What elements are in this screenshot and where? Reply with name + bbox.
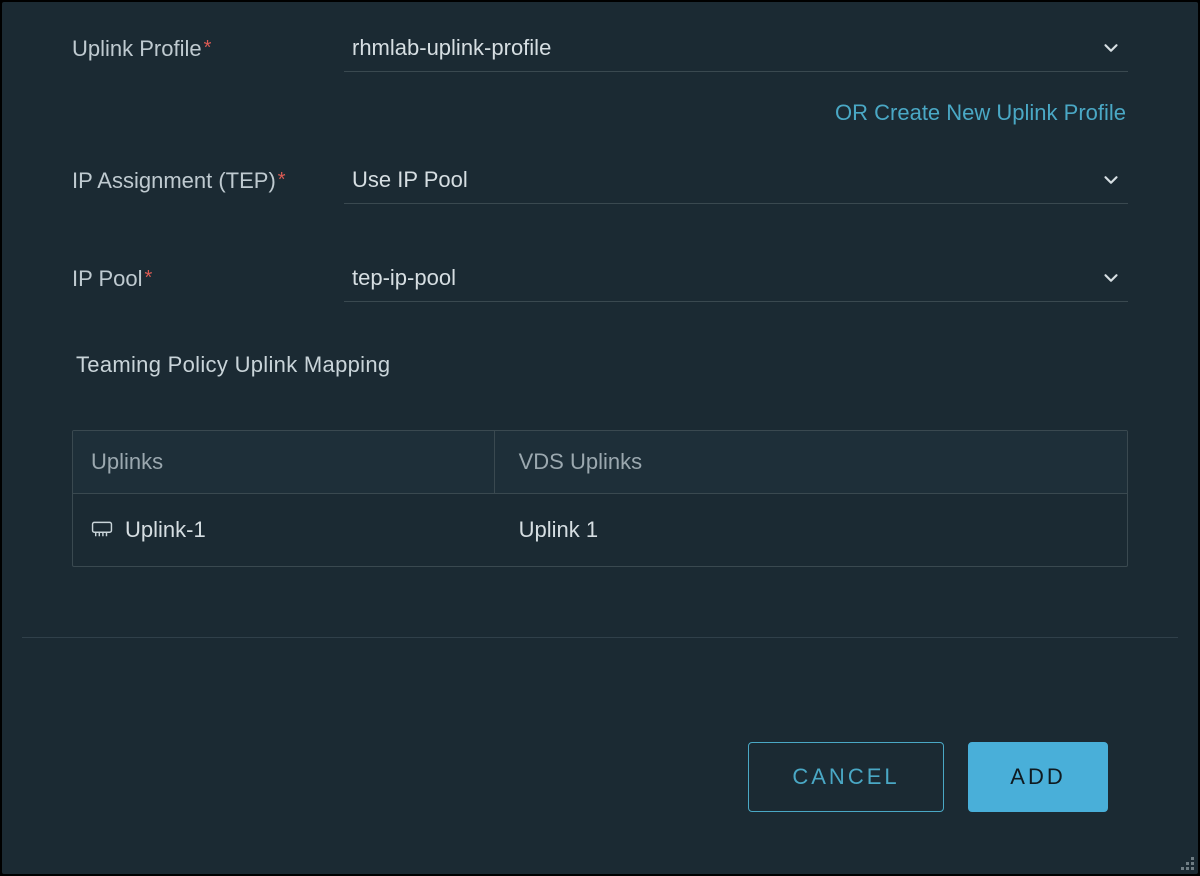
add-button[interactable]: ADD [968, 742, 1108, 812]
link-create-uplink-profile[interactable]: OR Create New Uplink Profile [835, 100, 1126, 126]
form-body: Uplink Profile* rhmlab-uplink-profile OR… [2, 24, 1198, 567]
label-text: IP Pool [72, 266, 143, 291]
select-ip-pool-wrapper: tep-ip-pool [344, 254, 1128, 302]
select-uplink-profile-wrapper: rhmlab-uplink-profile [344, 24, 1128, 72]
label-text: IP Assignment (TEP) [72, 168, 276, 193]
nic-icon [91, 521, 113, 539]
row-ip-pool: IP Pool* tep-ip-pool [72, 254, 1128, 302]
select-ip-assignment[interactable]: Use IP Pool [344, 156, 1128, 204]
required-asterisk: * [145, 267, 153, 289]
row-ip-assignment: IP Assignment (TEP)* Use IP Pool [72, 156, 1128, 204]
select-uplink-profile[interactable]: rhmlab-uplink-profile [344, 24, 1128, 72]
select-ip-pool[interactable]: tep-ip-pool [344, 254, 1128, 302]
footer-divider [22, 637, 1178, 638]
label-ip-pool: IP Pool* [72, 254, 344, 294]
label-uplink-profile: Uplink Profile* [72, 24, 344, 64]
cell-uplink-name: Uplink-1 [125, 517, 206, 543]
chevron-down-icon [1100, 267, 1122, 289]
chevron-down-icon [1100, 169, 1122, 191]
teaming-table: Uplinks VDS Uplinks Uplink-1 [72, 430, 1128, 567]
required-asterisk: * [278, 169, 286, 191]
teaming-table-header: Uplinks VDS Uplinks [73, 431, 1127, 494]
chevron-down-icon [1100, 37, 1122, 59]
cell-uplink: Uplink-1 [73, 497, 495, 563]
table-row[interactable]: Uplink-1 Uplink 1 [73, 494, 1127, 566]
select-ip-assignment-value: Use IP Pool [352, 167, 468, 193]
footer-buttons: CANCEL ADD [748, 742, 1108, 812]
select-uplink-profile-value: rhmlab-uplink-profile [352, 35, 551, 61]
select-ip-assignment-wrapper: Use IP Pool [344, 156, 1128, 204]
cell-vds: Uplink 1 [495, 497, 1127, 563]
col-header-vds: VDS Uplinks [495, 431, 1127, 493]
select-ip-pool-value: tep-ip-pool [352, 265, 456, 291]
label-text: Uplink Profile [72, 36, 202, 61]
form-panel: Uplink Profile* rhmlab-uplink-profile OR… [2, 2, 1198, 874]
required-asterisk: * [204, 37, 212, 59]
resize-grip-icon[interactable] [1178, 854, 1194, 870]
cancel-button[interactable]: CANCEL [748, 742, 944, 812]
row-uplink-profile: Uplink Profile* rhmlab-uplink-profile [72, 24, 1128, 72]
teaming-heading: Teaming Policy Uplink Mapping [72, 352, 1128, 378]
create-uplink-profile-row: OR Create New Uplink Profile [72, 100, 1128, 126]
col-header-uplinks: Uplinks [73, 431, 495, 493]
label-ip-assignment: IP Assignment (TEP)* [72, 156, 344, 196]
